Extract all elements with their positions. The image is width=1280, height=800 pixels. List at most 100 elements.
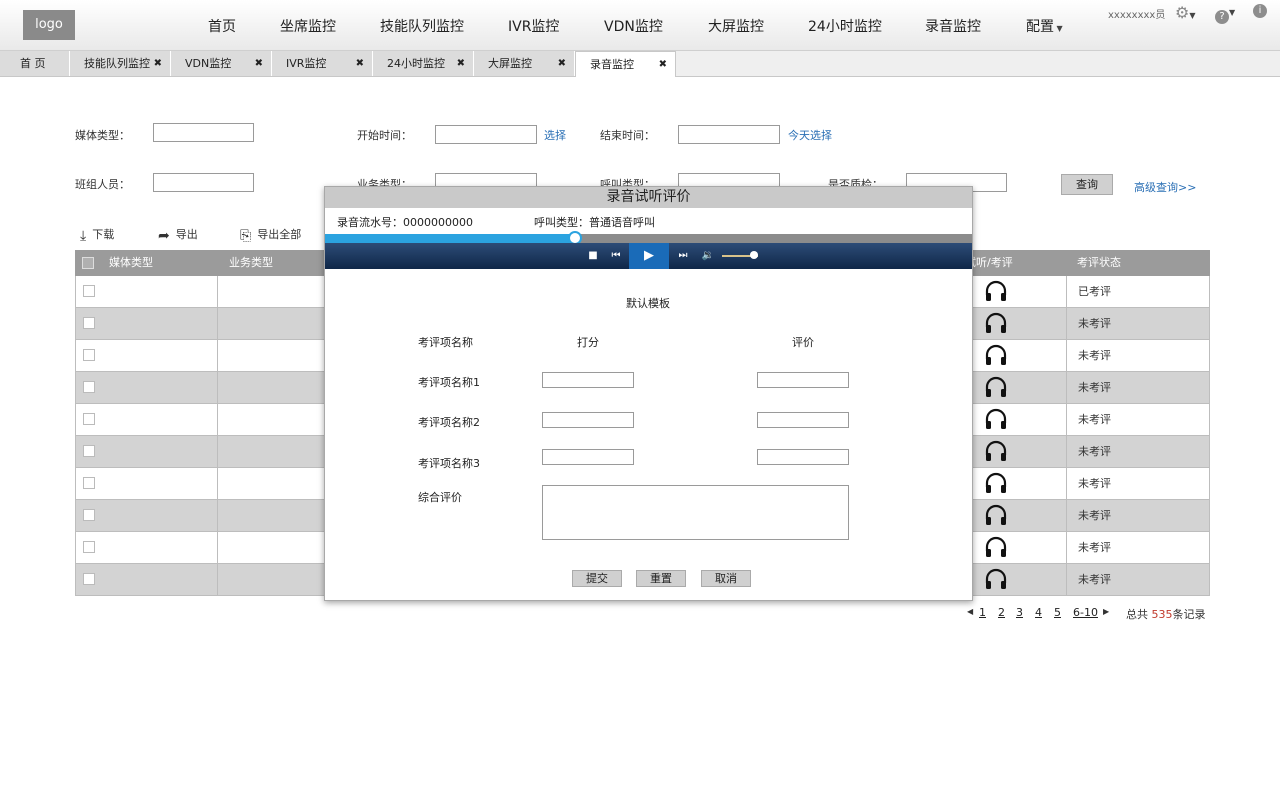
row-checkbox[interactable]: [83, 413, 95, 425]
close-icon[interactable]: ✖: [457, 51, 465, 76]
next-icon[interactable]: ⏭: [674, 247, 692, 265]
tab-label: VDN监控: [185, 57, 232, 70]
page-2[interactable]: 2: [998, 606, 1005, 619]
evaluation-status: 已考评: [1078, 285, 1111, 298]
headphones-icon[interactable]: [984, 472, 1008, 494]
nav-recording-monitor[interactable]: 录音监控: [925, 16, 981, 36]
column-divider: [1066, 564, 1067, 595]
row-checkbox[interactable]: [83, 317, 95, 329]
end-time-label: 结束时间：: [600, 129, 655, 142]
top-header: logo 首页 坐席监控 技能队列监控 IVR监控 VDN监控 大屏监控 24小…: [0, 0, 1280, 51]
close-icon[interactable]: ✖: [255, 51, 263, 76]
download-button[interactable]: ⤓ 下载: [80, 226, 114, 244]
close-icon[interactable]: ✖: [154, 51, 162, 76]
tab-big-screen-monitor[interactable]: 大屏监控 ✖: [474, 51, 575, 76]
volume-icon[interactable]: 🔉: [699, 247, 717, 265]
page-5[interactable]: 5: [1054, 606, 1061, 619]
headphones-icon[interactable]: [984, 344, 1008, 366]
nav-ivr-monitor[interactable]: IVR监控: [508, 16, 559, 36]
next-page-icon[interactable]: ▶: [1103, 607, 1109, 616]
reset-button[interactable]: 重置: [636, 570, 686, 587]
tab-vdn-monitor[interactable]: VDN监控 ✖: [171, 51, 272, 76]
nav-agent-monitor[interactable]: 坐席监控: [280, 16, 336, 36]
export-all-button[interactable]: ⎘ 导出全部: [240, 226, 301, 244]
help-menu[interactable]: ? ▼: [1215, 5, 1235, 24]
nav-config[interactable]: 配置 ▼: [1026, 16, 1063, 36]
nav-vdn-monitor[interactable]: VDN监控: [604, 16, 663, 36]
info-icon[interactable]: i: [1253, 4, 1267, 18]
eval-item-3-score[interactable]: [542, 449, 634, 465]
playback-progress-bar[interactable]: [325, 231, 972, 245]
headphones-icon[interactable]: [984, 536, 1008, 558]
submit-button[interactable]: 提交: [572, 570, 622, 587]
page-4[interactable]: 4: [1035, 606, 1042, 619]
headphones-icon[interactable]: [984, 504, 1008, 526]
select-today-link[interactable]: 今天选择: [788, 127, 832, 143]
overall-evaluation-textarea[interactable]: [542, 485, 849, 540]
select-all-checkbox[interactable]: [82, 257, 94, 269]
media-type-input[interactable]: [153, 123, 254, 142]
row-checkbox[interactable]: [83, 285, 95, 297]
close-icon[interactable]: ✖: [558, 51, 566, 76]
prev-page-icon[interactable]: ◀: [967, 607, 973, 616]
nav-big-screen-monitor[interactable]: 大屏监控: [708, 16, 764, 36]
tab-ivr-monitor[interactable]: IVR监控 ✖: [272, 51, 373, 76]
eval-item-1-comment[interactable]: [757, 372, 849, 388]
end-time-input[interactable]: [678, 125, 780, 144]
settings-menu[interactable]: ⚙▼: [1175, 3, 1196, 22]
stop-icon[interactable]: ■: [584, 247, 602, 265]
close-icon[interactable]: ✖: [356, 51, 364, 76]
headphones-icon[interactable]: [984, 568, 1008, 590]
eval-item-3-comment[interactable]: [757, 449, 849, 465]
row-checkbox[interactable]: [83, 381, 95, 393]
tab-home[interactable]: 首 页: [0, 51, 70, 76]
headphones-icon[interactable]: [984, 280, 1008, 302]
eval-item-2-comment[interactable]: [757, 412, 849, 428]
nav-skill-queue-monitor[interactable]: 技能队列监控: [380, 16, 464, 36]
nav-24h-monitor[interactable]: 24小时监控: [808, 16, 882, 36]
headphones-icon[interactable]: [984, 440, 1008, 462]
row-checkbox[interactable]: [83, 573, 95, 585]
column-divider: [217, 340, 218, 371]
close-icon[interactable]: ✖: [659, 52, 667, 77]
tab-recording-monitor[interactable]: 录音监控 ✖: [575, 51, 676, 77]
row-checkbox[interactable]: [83, 445, 95, 457]
column-divider: [1066, 532, 1067, 563]
eval-item-1-score[interactable]: [542, 372, 634, 388]
row-checkbox[interactable]: [83, 509, 95, 521]
previous-icon[interactable]: ⏮: [607, 247, 625, 265]
advanced-query-link[interactable]: 高级查询>>: [1134, 179, 1196, 195]
volume-handle[interactable]: [750, 251, 759, 259]
headphones-icon[interactable]: [984, 408, 1008, 430]
recording-serial: 录音流水号：0000000000: [337, 216, 473, 229]
chevron-down-icon: ▼: [1054, 24, 1063, 33]
cancel-button[interactable]: 取消: [701, 570, 751, 587]
group-member-label: 班组人员：: [75, 178, 130, 191]
headphones-icon[interactable]: [984, 376, 1008, 398]
play-icon[interactable]: ▶: [629, 243, 669, 269]
column-divider: [217, 436, 218, 467]
eval-item-2-score[interactable]: [542, 412, 634, 428]
headphones-icon[interactable]: [984, 312, 1008, 334]
media-type-label: 媒体类型：: [75, 129, 130, 142]
col-score: 打分: [577, 336, 599, 349]
nav-home[interactable]: 首页: [208, 16, 236, 36]
page-3[interactable]: 3: [1016, 606, 1023, 619]
row-checkbox[interactable]: [83, 349, 95, 361]
volume-slider[interactable]: [722, 251, 759, 259]
row-checkbox[interactable]: [83, 477, 95, 489]
page-1[interactable]: 1: [979, 606, 986, 619]
tab-24h-monitor[interactable]: 24小时监控 ✖: [373, 51, 474, 76]
group-member-input[interactable]: [153, 173, 254, 192]
query-button[interactable]: 查询: [1061, 174, 1113, 195]
select-start-time-link[interactable]: 选择: [544, 127, 566, 143]
tab-skill-queue-monitor[interactable]: 技能队列监控 ✖: [70, 51, 171, 76]
column-divider: [217, 404, 218, 435]
dialog-call-type: 呼叫类型：普通语音呼叫: [534, 216, 655, 229]
start-time-input[interactable]: [435, 125, 537, 144]
export-all-icon: ⎘: [240, 228, 252, 244]
row-checkbox[interactable]: [83, 541, 95, 553]
page-6-10[interactable]: 6-10: [1073, 606, 1098, 619]
export-button[interactable]: ➦ 导出: [158, 226, 198, 244]
tab-label: 首 页: [20, 57, 46, 70]
